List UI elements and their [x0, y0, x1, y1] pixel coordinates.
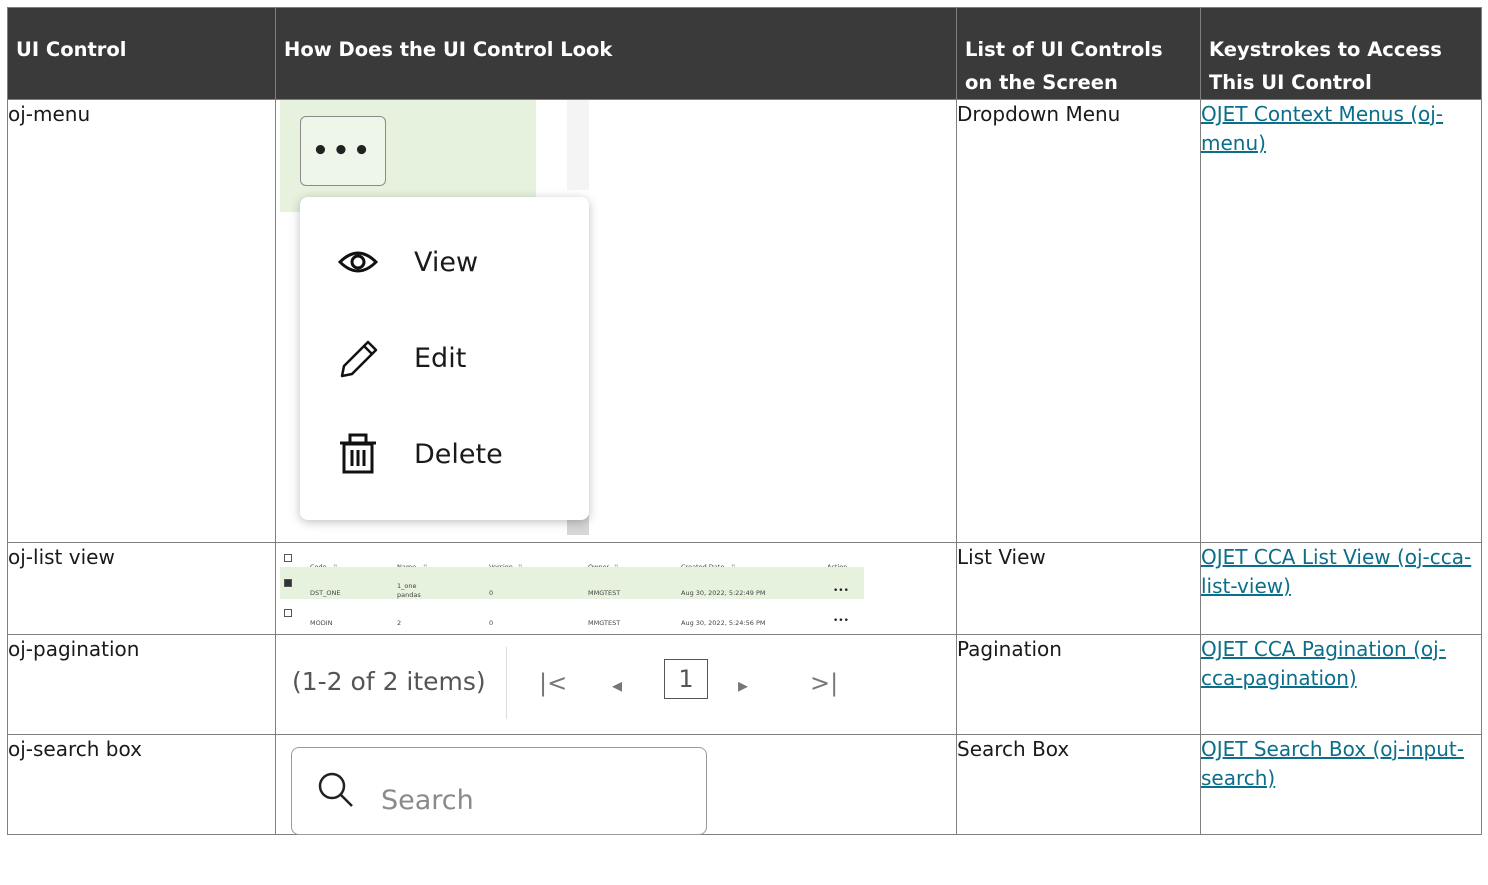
keystroke-cell: OJET Context Menus (oj-menu) — [1200, 99, 1482, 543]
menu-item-label: View — [414, 246, 479, 278]
more-actions-button[interactable]: ••• — [300, 116, 386, 186]
search-icon — [318, 772, 353, 807]
pencil-icon — [340, 340, 378, 378]
menu-item-label: Delete — [414, 438, 503, 470]
control-name: oj-list view — [7, 542, 276, 635]
listview-row[interactable]: DST_ONE 1_one pandas 0 MMGTEST Aug 30, 2… — [280, 567, 864, 599]
search-placeholder: Search — [381, 785, 474, 816]
header-ui-control: UI Control — [7, 7, 276, 100]
row-checkbox[interactable] — [284, 579, 292, 587]
control-name: oj-search box — [7, 734, 276, 835]
control-list-name: Pagination — [956, 634, 1201, 735]
control-list-name: Search Box — [956, 734, 1201, 835]
doc-link[interactable]: OJET CCA List View (oj-cca-list-view) — [1201, 545, 1471, 598]
listview-preview: Code ⇅ Name ⇅ Version ⇅ Owner ⇅ Created … — [275, 542, 957, 635]
dropdown-menu: View Edit Delete — [300, 197, 589, 520]
trash-icon — [340, 433, 376, 474]
keystroke-cell: OJET Search Box (oj-input-search) — [1200, 734, 1482, 835]
control-list-name: Dropdown Menu — [956, 99, 1201, 543]
cell-version: 0 — [489, 589, 494, 597]
doc-link[interactable]: OJET Search Box (oj-input-search) — [1201, 737, 1464, 790]
table-row: oj-menu ••• View Edit Delete Dropdown Me… — [7, 99, 1482, 543]
search-input[interactable]: Search — [291, 747, 707, 835]
header-row: UI Control How Does the UI Control Look … — [7, 7, 1482, 100]
select-all-checkbox[interactable] — [284, 554, 292, 562]
menu-item-label: Edit — [414, 342, 467, 374]
doc-link[interactable]: OJET Context Menus (oj-menu) — [1201, 102, 1443, 155]
last-page-icon[interactable]: >| — [810, 669, 838, 698]
next-page-icon[interactable]: ▸ — [738, 671, 748, 700]
pagination-divider — [506, 647, 507, 719]
pagination-preview: (1-2 of 2 items) |< ◂ 1 ▸ >| — [275, 634, 957, 735]
listview-header-row: Code ⇅ Name ⇅ Version ⇅ Owner ⇅ Created … — [280, 545, 864, 571]
table-row: oj-list view Code ⇅ Name ⇅ Version ⇅ Own… — [7, 542, 1482, 635]
header-how-it-looks: How Does the UI Control Look — [275, 7, 957, 100]
cell-created-date: Aug 30, 2022, 5:22:49 PM — [681, 589, 766, 597]
table-row: oj-search box Search Search Box OJET Sea… — [7, 734, 1482, 835]
ui-controls-table: UI Control How Does the UI Control Look … — [7, 7, 1482, 835]
control-name: oj-menu — [7, 99, 276, 543]
menu-background-strip — [567, 100, 589, 190]
pagination-info: (1-2 of 2 items) — [292, 667, 486, 696]
control-name: oj-pagination — [7, 634, 276, 735]
cell-owner: MMGTEST — [588, 589, 621, 597]
menu-preview: ••• View Edit Delete — [275, 99, 957, 543]
row-action-button[interactable]: ••• — [833, 607, 849, 636]
control-list-name: List View — [956, 542, 1201, 635]
keystroke-cell: OJET CCA List View (oj-cca-list-view) — [1200, 542, 1482, 635]
header-keystrokes: Keystrokes to Access This UI Control — [1200, 7, 1482, 100]
searchbox-preview: Search — [275, 734, 957, 835]
previous-page-icon[interactable]: ◂ — [612, 671, 622, 700]
first-page-icon[interactable]: |< — [539, 669, 567, 698]
cell-code: DST_ONE — [310, 589, 341, 597]
header-list-of-controls: List of UI Controls on the Screen — [956, 7, 1201, 100]
page-number-input[interactable]: 1 — [664, 659, 708, 699]
keystroke-cell: OJET CCA Pagination (oj-cca-pagination) — [1200, 634, 1482, 735]
listview-row[interactable]: MODIN 2 0 MMGTEST Aug 30, 2022, 5:24:56 … — [280, 605, 864, 627]
row-action-button[interactable]: ••• — [833, 577, 849, 606]
row-checkbox[interactable] — [284, 609, 292, 617]
doc-link[interactable]: OJET CCA Pagination (oj-cca-pagination) — [1201, 637, 1446, 690]
eye-icon — [337, 251, 379, 273]
table-row: oj-pagination (1-2 of 2 items) |< ◂ 1 ▸ … — [7, 634, 1482, 735]
